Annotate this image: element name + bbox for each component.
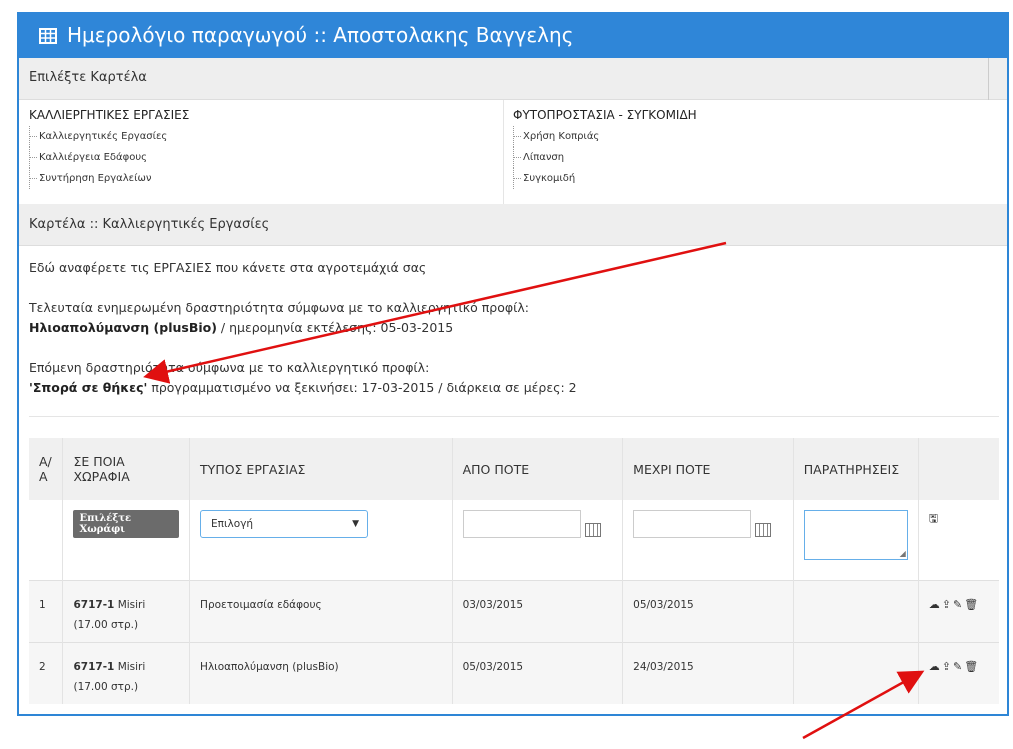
last-activity-label: Τελευταία ενημερωμένη δραστηριότητα σύμφ…	[29, 300, 529, 315]
panel-header: Ημερολόγιο παραγωγού :: Αποστολακης Βαγγ…	[19, 12, 1007, 58]
page-title: Ημερολόγιο παραγωγού :: Αποστολακης Βαγγ…	[67, 23, 574, 47]
row-actions: ☁ ⇪ ✎ 🗑	[918, 580, 999, 642]
new-entry-row: Επιλέξτε Χωράφι Επιλογή ▼ ◢ 🖫	[29, 500, 999, 580]
row-field: 6717-1 Misiri (17.00 στρ.)	[62, 580, 191, 642]
next-activity-line: 'Σπορά σε θήκες' προγραμματισμένο να ξεκ…	[29, 380, 577, 395]
trash-icon[interactable]: 🗑	[964, 660, 978, 673]
divider	[988, 58, 989, 100]
floppy-icon[interactable]: 🖫	[929, 512, 938, 525]
from-date-input[interactable]	[462, 510, 581, 538]
field-code: 6717-1	[73, 598, 115, 611]
dropdown-arrow-icon: ▼	[352, 519, 360, 529]
tree-root-cultivation[interactable]: ΚΑΛΛΙΕΡΓΗΤΙΚΕΣ ΕΡΓΑΣΙΕΣ	[29, 108, 189, 122]
new-entry-index	[29, 500, 64, 580]
row-index: 2	[29, 642, 64, 704]
row-notes	[793, 642, 919, 704]
col-header-index: Α/Α	[29, 438, 64, 500]
row-type: Προετοιμασία εδάφους	[189, 580, 453, 642]
col-header-type: ΤΥΠΟΣ ΕΡΓΑΣΙΑΣ	[189, 438, 453, 500]
last-activity-detail: / ημερομηνία εκτέλεσης: 05-03-2015	[216, 320, 454, 335]
new-entry-to-cell	[622, 500, 794, 580]
next-activity-name: 'Σπορά σε θήκες'	[29, 380, 148, 395]
row-actions: ☁ ⇪ ✎ 🗑	[918, 642, 999, 704]
new-entry-save-cell: 🖫	[918, 500, 999, 580]
tree-item-cultivation-work[interactable]: Καλλιεργητικές Εργασίες	[29, 126, 189, 147]
tree-item-soil-cultivation[interactable]: Καλλιέργεια Εδάφους	[29, 147, 189, 168]
cloud-icon[interactable]: ☁	[929, 598, 940, 611]
tree-protection: ΦΥΤΟΠΡΟΣΤΑΣΙΑ - ΣΥΓΚΟΜΙΔΗ Χρήση Κοπριάς …	[513, 108, 697, 189]
table-grid-icon	[39, 14, 57, 60]
next-activity-detail: προγραμματισμένο να ξεκινήσει: 17-03-201…	[147, 380, 577, 395]
new-entry-field-cell: Επιλέξτε Χωράφι	[62, 500, 191, 580]
tasks-table: Α/Α ΣΕ ΠΟΙΑ ΧΩΡΑΦΙΑ ΤΥΠΟΣ ΕΡΓΑΣΙΑΣ ΑΠΟ Π…	[29, 438, 999, 704]
tab-select-label: Επιλέξτε Καρτέλα	[29, 70, 147, 85]
cloud-upload-icon[interactable]: ⇪	[942, 660, 951, 673]
last-activity-line: Ηλιοαπολύμανση (plusBio) / ημερομηνία εκ…	[29, 320, 453, 335]
select-field-button[interactable]: Επιλέξτε Χωράφι	[73, 510, 180, 538]
new-entry-notes-cell: ◢	[793, 500, 919, 580]
row-to: 05/03/2015	[622, 580, 794, 642]
table-row: 2 6717-1 Misiri (17.00 στρ.) Ηλιοαπολύμα…	[29, 642, 999, 704]
trash-icon[interactable]: 🗑	[964, 598, 978, 611]
cloud-icon[interactable]: ☁	[929, 660, 940, 673]
row-field: 6717-1 Misiri (17.00 στρ.)	[62, 642, 191, 704]
tree-item-tool-maintenance[interactable]: Συντήρηση Εργαλείων	[29, 168, 189, 189]
tree-item-fertilization[interactable]: Λίπανση	[513, 147, 697, 168]
tree-item-manure[interactable]: Χρήση Κοπριάς	[513, 126, 697, 147]
col-header-notes: ΠΑΡΑΤΗΡΗΣΕΙΣ	[793, 438, 919, 500]
calendar-icon[interactable]	[755, 523, 772, 537]
row-from: 03/03/2015	[452, 580, 624, 642]
intro-text: Εδώ αναφέρετε τις ΕΡΓΑΣΙΕΣ που κάνετε στ…	[29, 260, 427, 275]
tree-root-protection[interactable]: ΦΥΤΟΠΡΟΣΤΑΣΙΑ - ΣΥΓΚΟΜΙΔΗ	[513, 108, 697, 122]
work-type-select[interactable]: Επιλογή ▼	[200, 510, 369, 538]
new-entry-type-cell: Επιλογή ▼	[189, 500, 453, 580]
last-activity-name: Ηλιοαπολύμανση (plusBio)	[29, 320, 217, 335]
next-activity-label: Επόμενη δραστηριότητα σύμφωνα με το καλλ…	[29, 360, 430, 375]
row-index: 1	[29, 580, 64, 642]
to-date-input[interactable]	[633, 510, 752, 538]
col-header-to: ΜΕΧΡΙ ΠΟΤΕ	[622, 438, 794, 500]
cloud-upload-icon[interactable]: ⇪	[942, 598, 951, 611]
calendar-icon[interactable]	[584, 523, 601, 537]
col-header-field: ΣΕ ΠΟΙΑ ΧΩΡΑΦΙΑ	[62, 438, 191, 500]
card-title-bar: Καρτέλα :: Καλλιεργητικές Εργασίες	[19, 204, 1007, 246]
resize-grip-icon[interactable]: ◢	[900, 549, 906, 558]
col-header-from: ΑΠΟ ΠΟΤΕ	[452, 438, 624, 500]
producer-diary-panel: Ημερολόγιο παραγωγού :: Αποστολακης Βαγγ…	[17, 12, 1009, 716]
tree-divider	[503, 100, 504, 204]
table-row: 1 6717-1 Misiri (17.00 στρ.) Προετοιμασί…	[29, 580, 999, 642]
edit-icon[interactable]: ✎	[953, 598, 962, 611]
row-from: 05/03/2015	[452, 642, 624, 704]
notes-textarea[interactable]: ◢	[803, 510, 908, 560]
row-type: Ηλιοαπολύμανση (plusBio)	[189, 642, 453, 704]
table-header-row: Α/Α ΣΕ ΠΟΙΑ ΧΩΡΑΦΙΑ ΤΥΠΟΣ ΕΡΓΑΣΙΑΣ ΑΠΟ Π…	[29, 438, 999, 500]
edit-icon[interactable]: ✎	[953, 660, 962, 673]
row-notes	[793, 580, 919, 642]
new-entry-from-cell	[452, 500, 624, 580]
tree-cultivation: ΚΑΛΛΙΕΡΓΗΤΙΚΕΣ ΕΡΓΑΣΙΕΣ Καλλιεργητικές Ε…	[29, 108, 189, 189]
divider	[29, 416, 999, 417]
col-header-actions	[918, 438, 999, 500]
field-code: 6717-1	[73, 660, 115, 673]
row-to: 24/03/2015	[622, 642, 794, 704]
work-type-select-value: Επιλογή	[211, 518, 254, 530]
card-title: Καρτέλα :: Καλλιεργητικές Εργασίες	[29, 217, 270, 232]
tab-select-bar: Επιλέξτε Καρτέλα	[19, 58, 1007, 100]
tree-item-harvest[interactable]: Συγκομιδή	[513, 168, 697, 189]
